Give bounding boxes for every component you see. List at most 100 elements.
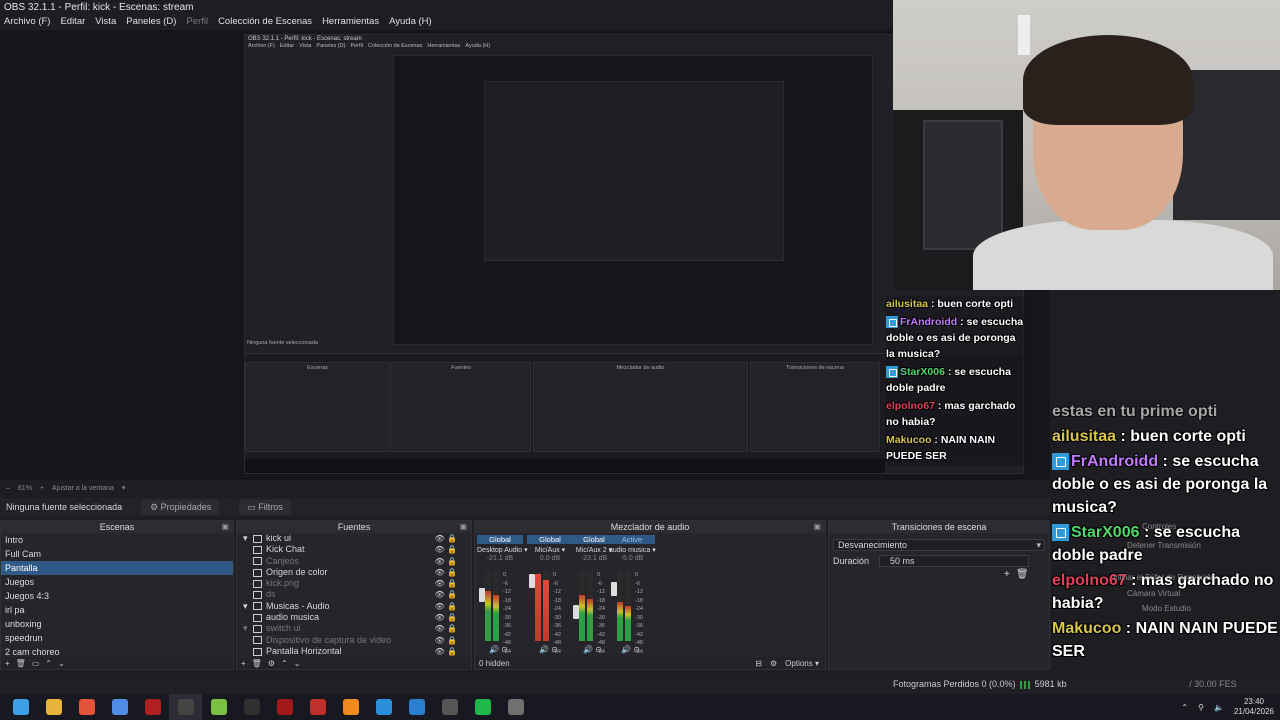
taskbar-app[interactable]	[466, 694, 499, 720]
taskbar-app[interactable]	[499, 694, 532, 720]
source-row[interactable]: Canjeos 👁 🔒	[237, 556, 471, 567]
source-row[interactable]: ▾ kick ui 👁 🔒	[237, 533, 471, 544]
channel-name[interactable]: audio musica ▾	[609, 546, 656, 554]
zoom-fit[interactable]: Ajustar a la ventana	[52, 485, 114, 492]
remove-scene-icon[interactable]: 🗑	[16, 659, 26, 668]
visibility-lock-icons[interactable]: 👁 🔒	[435, 589, 457, 600]
collapse-icon[interactable]: ⊟	[755, 659, 762, 668]
visibility-lock-icons[interactable]: 👁 🔒	[435, 601, 457, 612]
visibility-lock-icons[interactable]: 👁 🔒	[435, 578, 457, 589]
volume-fader[interactable]	[573, 605, 579, 619]
source-row[interactable]: ▾ Musicas - Audio 👁 🔒	[237, 601, 471, 612]
menu-item[interactable]: Archivo (F)	[4, 16, 50, 28]
zoom-plus-icon[interactable]: +	[40, 485, 44, 492]
source-row[interactable]: Pantalla Horizontal 👁 🔒	[237, 646, 471, 657]
visibility-lock-icons[interactable]: 👁 🔒	[435, 533, 457, 544]
channel-name[interactable]: Desktop Audio ▾	[477, 546, 528, 554]
zoom-dropdown-icon[interactable]: ▾	[122, 484, 126, 492]
duration-input[interactable]: 50 ms	[879, 555, 1030, 567]
taskbar-app[interactable]	[268, 694, 301, 720]
taskbar-app[interactable]	[103, 694, 136, 720]
visibility-lock-icons[interactable]: 👁 🔒	[435, 544, 457, 555]
scene-item[interactable]: irl pa	[1, 603, 233, 617]
scene-item[interactable]: speedrun	[1, 631, 233, 645]
move-down-icon[interactable]: ⌄	[58, 659, 65, 668]
visibility-lock-icons[interactable]: 👁 🔒	[435, 646, 457, 657]
scene-item[interactable]: Full Cam	[1, 547, 233, 561]
taskbar-app[interactable]	[367, 694, 400, 720]
properties-button[interactable]: ⚙ Propiedades	[142, 499, 220, 515]
source-row[interactable]: audio musica 👁 🔒	[237, 612, 471, 623]
source-row[interactable]: Kick Chat 👁 🔒	[237, 544, 471, 555]
taskbar-app[interactable]	[37, 694, 70, 720]
remove-transition-icon[interactable]: 🗑	[1016, 569, 1029, 580]
speaker-icon[interactable]: 🔊	[583, 645, 595, 654]
volume-fader[interactable]	[479, 588, 485, 602]
menu-item[interactable]: Herramientas	[322, 16, 379, 28]
zoom-minus-icon[interactable]: –	[6, 485, 10, 492]
channel-name[interactable]: Mic/Aux ▾	[527, 546, 573, 554]
filters-button[interactable]: ▭ Filtros	[239, 499, 291, 515]
dock-float-icon[interactable]: ▣	[221, 521, 229, 533]
taskbar-app[interactable]	[334, 694, 367, 720]
visibility-lock-icons[interactable]: 👁 🔒	[435, 612, 457, 623]
taskbar-app[interactable]	[235, 694, 268, 720]
visibility-lock-icons[interactable]: 👁 🔒	[435, 556, 457, 567]
menu-item[interactable]: Paneles (D)	[126, 16, 176, 28]
mixer-settings-icon[interactable]: ⚙	[770, 659, 777, 668]
visibility-lock-icons[interactable]: 👁 🔒	[435, 567, 457, 578]
add-transition-icon[interactable]: +	[1004, 569, 1010, 580]
source-row[interactable]: ▾ switch ui 👁 🔒	[237, 623, 471, 634]
scene-item[interactable]: Pantalla	[1, 561, 233, 575]
remove-source-icon[interactable]: 🗑	[252, 659, 262, 668]
taskbar-app[interactable]	[202, 694, 235, 720]
speaker-icon[interactable]: 🔊	[621, 645, 633, 654]
menu-item[interactable]: Colección de Escenas	[218, 16, 312, 28]
monitor-icon[interactable]: ⊙	[633, 645, 640, 654]
scene-item[interactable]: unboxing	[1, 617, 233, 631]
options-button[interactable]: Options ▾	[785, 659, 819, 668]
taskbar-app[interactable]	[301, 694, 334, 720]
speaker-icon[interactable]: 🔊	[539, 645, 551, 654]
move-up-icon[interactable]: ⌃	[281, 659, 288, 668]
network-icon[interactable]: ⚲	[1198, 703, 1204, 712]
scene-item[interactable]: Intro	[1, 533, 233, 547]
dock-float-icon[interactable]: ▣	[813, 521, 821, 533]
menu-item[interactable]: Perfil	[186, 16, 208, 28]
monitor-icon[interactable]: ⊙	[501, 645, 508, 654]
visibility-lock-icons[interactable]: 👁 🔒	[435, 623, 457, 634]
clock[interactable]: 23:40 21/04/2026	[1234, 697, 1274, 717]
source-settings-icon[interactable]: ⚙	[268, 659, 275, 668]
move-down-icon[interactable]: ⌄	[294, 659, 301, 668]
source-row[interactable]: ds 👁 🔒	[237, 589, 471, 600]
taskbar-app[interactable]	[70, 694, 103, 720]
speaker-icon[interactable]: 🔊	[489, 645, 501, 654]
menu-item[interactable]: Ayuda (H)	[389, 16, 432, 28]
scene-item[interactable]: Juegos 4:3	[1, 589, 233, 603]
transition-type-select[interactable]: Desvanecimiento	[833, 539, 1045, 551]
taskbar-app[interactable]	[136, 694, 169, 720]
source-row[interactable]: kick.png 👁 🔒	[237, 578, 471, 589]
volume-fader[interactable]	[611, 582, 617, 596]
monitor-icon[interactable]: ⊙	[595, 645, 602, 654]
taskbar-app[interactable]	[4, 694, 37, 720]
taskbar-app[interactable]	[400, 694, 433, 720]
add-scene-icon[interactable]: +	[5, 659, 10, 668]
mixer-header: Mezclador de audio ▣	[475, 521, 825, 533]
move-up-icon[interactable]: ⌃	[45, 659, 52, 668]
visibility-lock-icons[interactable]: 👁 🔒	[435, 635, 457, 646]
volume-fader[interactable]	[529, 574, 535, 588]
tray-chevron-icon[interactable]: ⌃	[1181, 703, 1188, 712]
source-row[interactable]: Origen de color 👁 🔒	[237, 567, 471, 578]
dock-float-icon[interactable]: ▣	[459, 521, 467, 533]
monitor-icon[interactable]: ⊙	[551, 645, 558, 654]
add-source-icon[interactable]: +	[241, 659, 246, 668]
scene-item[interactable]: Juegos	[1, 575, 233, 589]
scene-filter-icon[interactable]: ▭	[32, 659, 40, 668]
menu-item[interactable]: Editar	[60, 16, 85, 28]
source-row[interactable]: Dispositivo de captura de video 👁 🔒	[237, 635, 471, 646]
taskbar-app[interactable]	[433, 694, 466, 720]
menu-item[interactable]: Vista	[95, 16, 116, 28]
volume-icon[interactable]: 🔈	[1214, 703, 1224, 712]
taskbar-app[interactable]	[169, 694, 202, 720]
